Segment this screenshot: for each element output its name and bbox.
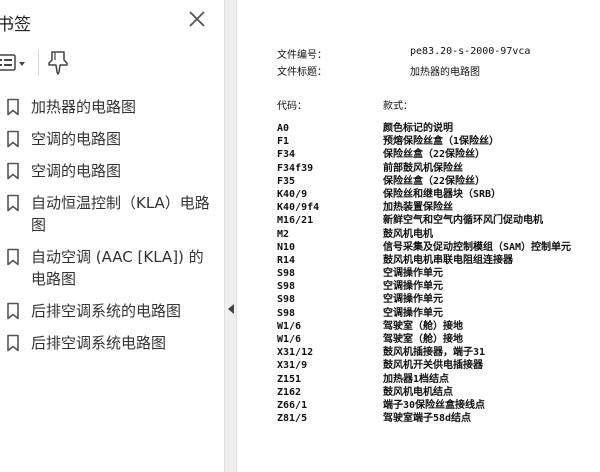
component-description: 加热装置保险丝 <box>383 202 453 214</box>
file-title-value: 加热器的电路图 <box>410 67 480 78</box>
bookmark-item[interactable]: 自动空调 (AAC [KLA]) 的电路图 <box>0 244 224 290</box>
code-column-header: 代码： <box>277 101 307 112</box>
bookmark-label: 后排空调系统电路图 <box>31 334 167 352</box>
component-description: 驾驶室端子58d结点 <box>383 413 472 425</box>
file-number-label: 文件编号： <box>277 50 327 61</box>
bookmark-icon <box>6 248 20 266</box>
component-code: W1/6 <box>277 320 302 332</box>
bookmarks-panel: 书签 加热器的电路图 空调的电路图 空调的电路图自动恒温控制（KLA）电路图 自动空调… <box>0 0 224 472</box>
component-code: W1/6 <box>277 334 302 345</box>
component-code: F34 <box>277 149 296 161</box>
component-code: M16/21 <box>277 215 314 227</box>
file-number-value: pe83.20-s-2000-97vca <box>410 46 531 57</box>
component-code: X31/9 <box>277 360 308 372</box>
bookmarks-toolbar <box>0 46 224 80</box>
component-description: 端子30保险丝盒接线点 <box>383 399 486 411</box>
bookmark-label: 空调的电路图 <box>31 130 122 148</box>
component-description: 鼓风机电机 <box>383 228 433 240</box>
component-description: 空调操作单元 <box>383 281 443 293</box>
component-description: 预熔保险丝盒（1保险丝） <box>383 136 500 148</box>
document-page: 文件编号： pe83.20-s-2000-97vca 文件标题： 加热器的电路图… <box>237 0 600 472</box>
bookmarks-header: 书签 <box>0 6 224 36</box>
bookmark-icon <box>6 194 20 212</box>
component-description: 加热器1档结点 <box>383 373 450 385</box>
panel-splitter[interactable] <box>224 0 237 472</box>
component-code: S98 <box>277 307 296 319</box>
component-code: N10 <box>277 241 296 253</box>
component-code: R14 <box>277 254 296 266</box>
bookmark-icon <box>6 98 20 116</box>
component-description: 新鲜空气和空气内循环风门促动电机 <box>383 215 543 227</box>
bookmark-label: 加热器的电路图 <box>31 98 137 116</box>
bookmark-item[interactable]: 加热器的电路图 <box>0 94 224 118</box>
component-code: F35 <box>277 175 296 187</box>
component-code: A0 <box>277 123 290 134</box>
bookmark-label: 自动恒温控制（KLA）电路图 <box>31 194 210 234</box>
component-description: 保险丝盒（22保险丝） <box>383 149 486 161</box>
collapse-left-icon[interactable] <box>227 300 235 314</box>
component-description: 空调操作单元 <box>383 268 443 280</box>
component-description: 鼓风机开关供电插接器 <box>383 360 483 372</box>
bookmark-icon <box>6 130 20 148</box>
bookmark-item[interactable]: 空调的电路图 <box>0 126 224 150</box>
component-code: S98 <box>277 281 296 293</box>
component-code: K40/9f4 <box>277 202 320 214</box>
component-description: 颜色标记的说明 <box>383 123 453 134</box>
find-bookmark-icon[interactable] <box>44 48 72 76</box>
bookmark-label: 自动空调 (AAC [KLA]) 的电路图 <box>31 248 204 288</box>
component-description: 鼓风机插接器，端子31 <box>383 347 486 359</box>
component-description: 驾驶室（舱）接地 <box>383 320 463 332</box>
bookmark-label: 后排空调系统的电路图 <box>31 302 182 320</box>
component-description: 保险丝和继电器块（SRB） <box>383 188 502 200</box>
component-description: 前部鼓风机保险丝 <box>383 162 463 174</box>
bookmark-list: 加热器的电路图 空调的电路图 空调的电路图自动恒温控制（KLA）电路图 自动空调 (A… <box>0 94 224 362</box>
close-icon[interactable] <box>186 8 208 30</box>
component-description: 保险丝盒（22保险丝） <box>383 175 486 187</box>
options-menu-icon[interactable] <box>0 51 30 75</box>
component-description: 信号采集及促动控制模组（SAM）控制单元 <box>383 241 572 253</box>
component-code: F1 <box>277 136 290 148</box>
component-code: S98 <box>277 268 296 280</box>
component-code: Z66/1 <box>277 399 308 411</box>
component-code: M2 <box>277 228 290 240</box>
component-code: X31/12 <box>277 347 314 359</box>
toolbar-separator <box>38 50 39 76</box>
component-code: Z151 <box>277 373 302 385</box>
file-title-label: 文件标题： <box>277 67 327 78</box>
bookmark-icon <box>6 302 20 320</box>
component-code: Z162 <box>277 386 302 398</box>
component-code: Z81/5 <box>277 413 308 425</box>
component-code: F34f39 <box>277 162 314 174</box>
component-description: 鼓风机电机串联电阻组连接器 <box>383 254 513 266</box>
bookmarks-panel-title: 书签 <box>0 15 31 35</box>
component-description: 驾驶室（舱）接地 <box>383 334 463 345</box>
bookmark-item[interactable]: 自动恒温控制（KLA）电路图 <box>0 190 224 236</box>
bookmark-label: 空调的电路图 <box>31 162 122 180</box>
component-description: 空调操作单元 <box>383 307 443 319</box>
component-code: K40/9 <box>277 188 308 200</box>
description-column-header: 款式： <box>383 101 413 112</box>
bookmark-icon <box>6 334 20 352</box>
bookmark-item[interactable]: 空调的电路图 <box>0 158 224 182</box>
component-code: S98 <box>277 294 296 306</box>
component-description: 空调操作单元 <box>383 294 443 306</box>
bookmark-item[interactable]: 后排空调系统电路图 <box>0 330 224 354</box>
bookmark-item[interactable]: 后排空调系统的电路图 <box>0 298 224 322</box>
bookmark-icon <box>6 162 20 180</box>
component-description: 鼓风机电机结点 <box>383 386 453 398</box>
